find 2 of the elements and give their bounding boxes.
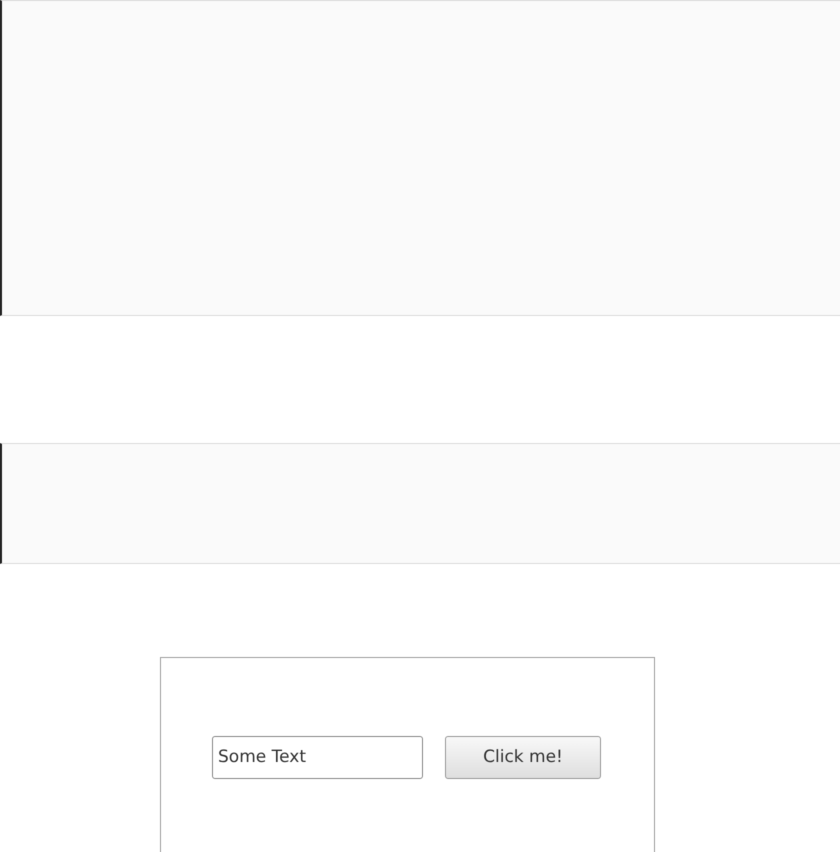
text-input-field[interactable]: Some Text [212,736,423,778]
click-button[interactable]: Click me! [445,736,601,778]
